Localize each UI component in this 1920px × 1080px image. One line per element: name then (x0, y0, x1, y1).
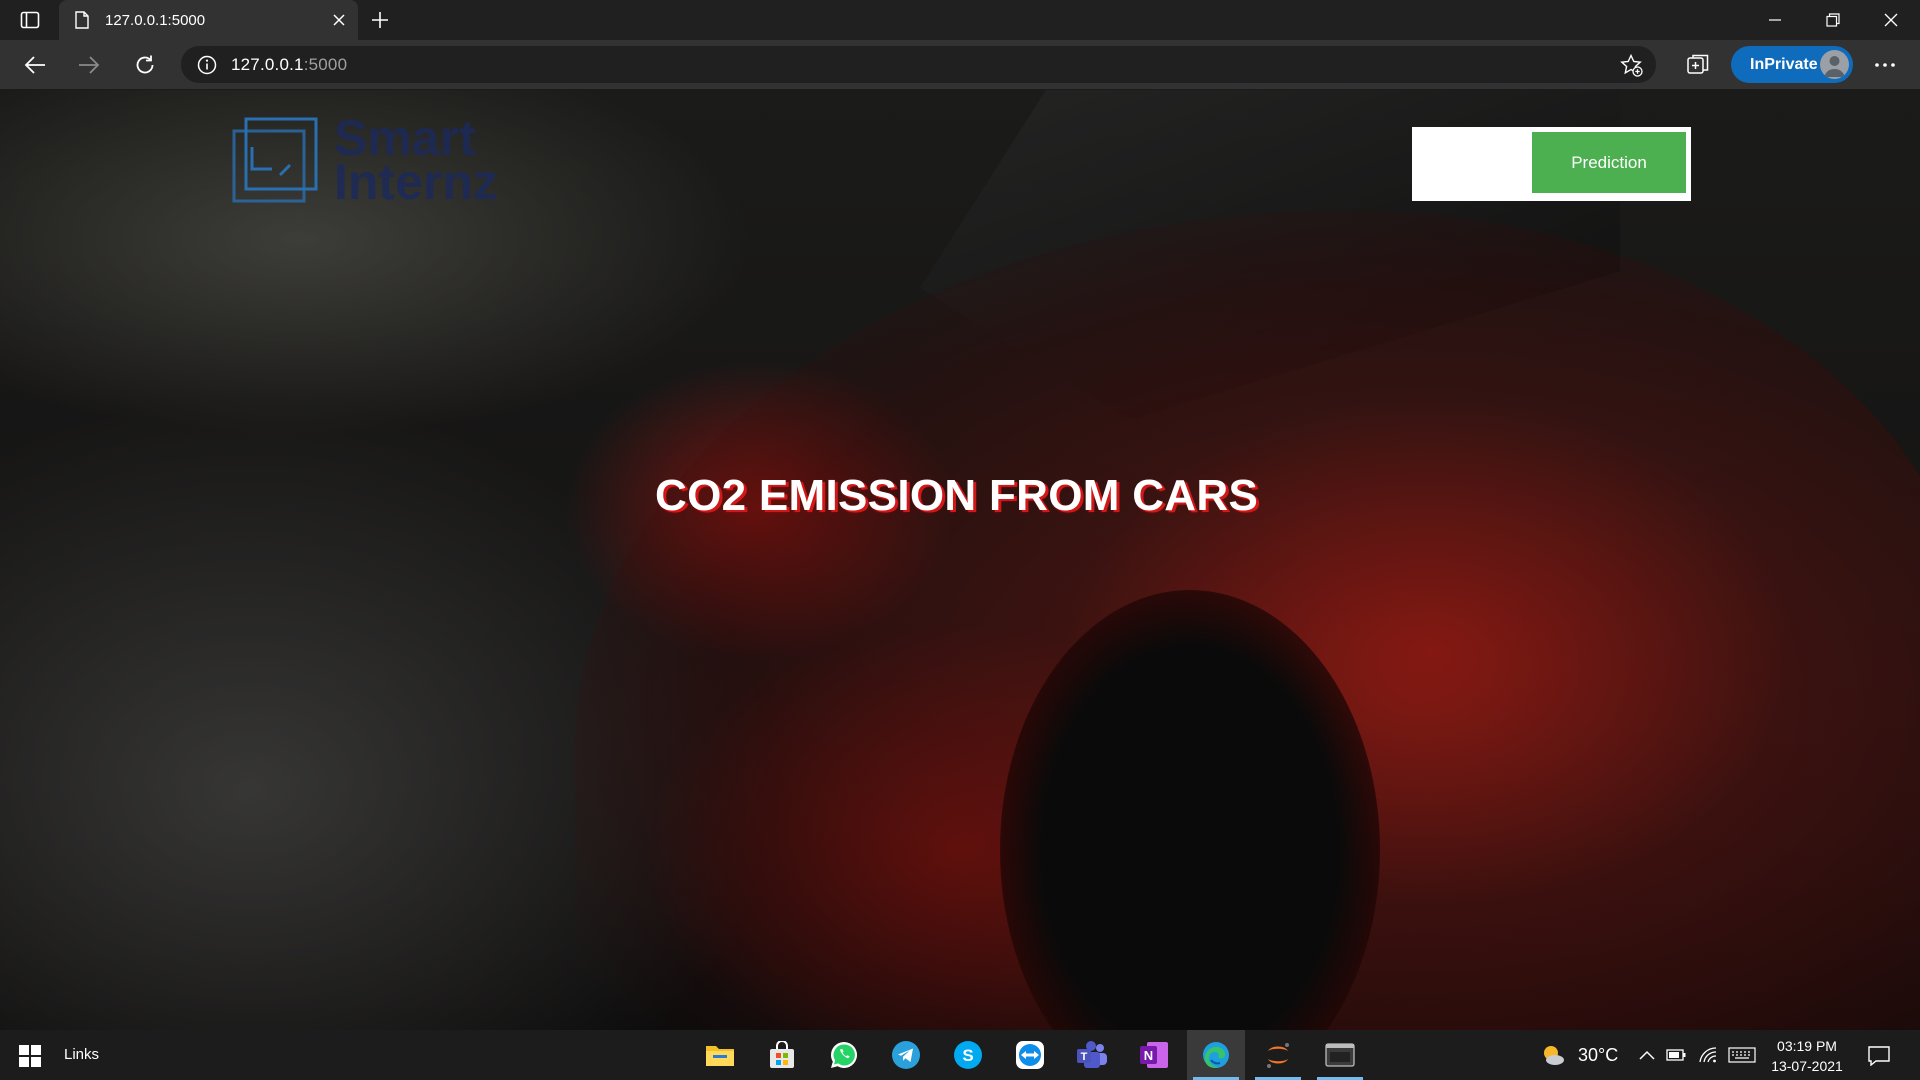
smartinternz-logo[interactable]: Smart Internz (232, 112, 552, 208)
close-window-button[interactable] (1862, 0, 1920, 40)
windows-start-icon[interactable] (14, 1042, 46, 1070)
logo-mark-icon (232, 117, 318, 203)
svg-text:N: N (1144, 1048, 1153, 1063)
back-button[interactable] (18, 48, 52, 82)
weather-icon[interactable] (1540, 1042, 1566, 1068)
inprivate-label: InPrivate (1750, 55, 1818, 73)
teamviewer-icon[interactable] (1001, 1030, 1059, 1080)
tab-actions-icon[interactable] (16, 8, 44, 32)
address-bar[interactable]: 127.0.0.1:5000 (181, 46, 1656, 83)
battery-icon[interactable] (1665, 1044, 1687, 1066)
logo-text-line2: Internz (334, 154, 498, 210)
microsoft-store-icon[interactable] (753, 1030, 811, 1080)
inprivate-badge[interactable]: InPrivate (1731, 46, 1853, 83)
links-toolbar-label[interactable]: Links (64, 1046, 99, 1063)
minimize-button[interactable] (1746, 0, 1804, 40)
page-icon (73, 11, 91, 29)
close-tab-icon[interactable] (326, 7, 352, 33)
refresh-button[interactable] (128, 48, 162, 82)
svg-text:S: S (962, 1046, 973, 1065)
telegram-icon[interactable] (877, 1030, 935, 1080)
site-info-icon[interactable] (195, 53, 219, 77)
clock-date: 13-07-2021 (1771, 1058, 1843, 1074)
avatar[interactable] (1820, 50, 1849, 79)
wifi-icon[interactable] (1697, 1044, 1719, 1066)
edge-browser-icon[interactable] (1187, 1030, 1245, 1080)
collections-icon[interactable] (1682, 49, 1714, 81)
jupyter-icon[interactable] (1249, 1030, 1307, 1080)
window-controls (1746, 0, 1920, 40)
terminal-icon[interactable] (1311, 1030, 1369, 1080)
file-explorer-icon[interactable] (691, 1030, 749, 1080)
page-viewport (0, 90, 1920, 1030)
url-host: 127.0.0.1 (231, 54, 304, 74)
microsoft-teams-icon[interactable]: T (1063, 1030, 1121, 1080)
url-port: :5000 (303, 54, 348, 74)
temperature-text[interactable]: 30°C (1578, 1045, 1618, 1066)
prediction-button[interactable]: Prediction (1532, 132, 1686, 193)
add-favorite-icon[interactable] (1618, 52, 1644, 78)
clock-time: 03:19 PM (1777, 1038, 1837, 1054)
notification-center-icon[interactable] (1866, 1043, 1892, 1069)
new-tab-button[interactable] (366, 6, 394, 34)
keyboard-icon[interactable] (1727, 1044, 1757, 1066)
page-nav-box: Prediction (1412, 127, 1691, 201)
hero-title: CO2 EMISSION FROM CARS (655, 471, 1259, 520)
navigation-bar: 127.0.0.1:5000 InPrivate (0, 40, 1920, 90)
logo-text: Smart Internz (334, 113, 498, 210)
system-clock[interactable]: 03:19 PM 13-07-2021 (1764, 1036, 1850, 1076)
restore-button[interactable] (1804, 0, 1862, 40)
url-text: 127.0.0.1:5000 (231, 55, 347, 75)
svg-text:T: T (1081, 1051, 1088, 1063)
chevron-up-icon[interactable] (1636, 1044, 1658, 1066)
whatsapp-icon[interactable] (815, 1030, 873, 1080)
forward-button[interactable] (72, 48, 106, 82)
tab-title: 127.0.0.1:5000 (105, 11, 206, 29)
onenote-icon[interactable]: N (1125, 1030, 1183, 1080)
taskbar: Links S T N 30°C 03:19 PM 13-07-2021 (0, 1030, 1920, 1080)
more-options-icon[interactable] (1868, 48, 1902, 82)
skype-icon[interactable]: S (939, 1030, 997, 1080)
tab-bar: 127.0.0.1:5000 (0, 0, 1920, 40)
browser-tab[interactable]: 127.0.0.1:5000 (59, 0, 358, 40)
